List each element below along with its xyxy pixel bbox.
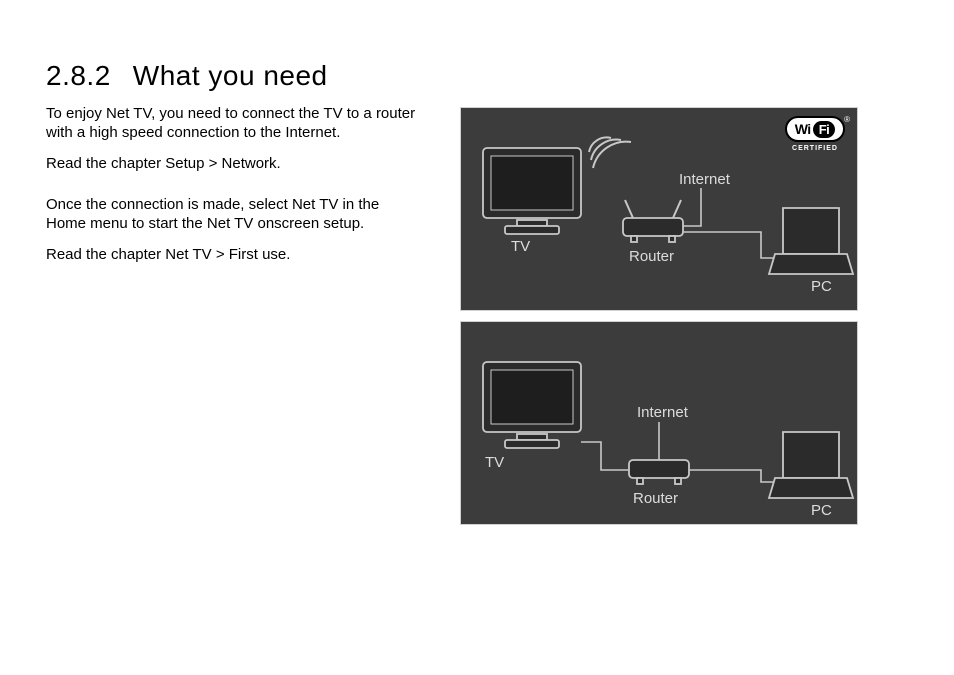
router-pc-wire xyxy=(683,232,781,258)
tv-icon xyxy=(483,362,581,448)
diagram-wireless-panel: ® Wi Fi CERTIFIED TV Router Internet PC xyxy=(460,107,858,311)
laptop-icon xyxy=(769,432,853,498)
label-internet: Internet xyxy=(637,404,688,421)
router-internet-wire xyxy=(683,188,701,226)
label-internet: Internet xyxy=(679,171,730,188)
label-tv: TV xyxy=(511,238,530,255)
registered-mark: ® xyxy=(844,115,850,124)
router-pc-wire xyxy=(689,470,781,482)
wifi-certified-text: CERTIFIED xyxy=(792,145,838,152)
wifi-logo-icon: Wi Fi xyxy=(785,116,845,142)
wifi-fi-text: Fi xyxy=(813,121,836,138)
tv-icon xyxy=(483,148,581,234)
paragraph-2: Read the chapter Setup > Network. xyxy=(46,154,416,173)
wifi-certified-badge: ® Wi Fi CERTIFIED xyxy=(781,116,849,158)
paragraph-1: To enjoy Net TV, you need to connect the… xyxy=(46,104,416,142)
section-heading: 2.8.2 What you need xyxy=(46,60,328,92)
network-diagram: ® Wi Fi CERTIFIED TV Router Internet PC xyxy=(460,107,858,527)
label-router: Router xyxy=(629,248,674,265)
paragraph-3: Once the connection is made, select Net … xyxy=(46,195,416,233)
section-number: 2.8.2 xyxy=(46,60,111,92)
wireless-signal-icon xyxy=(589,137,631,168)
section-title: What you need xyxy=(133,60,328,92)
label-router: Router xyxy=(633,490,678,507)
manual-page: 2.8.2 What you need To enjoy Net TV, you… xyxy=(0,0,954,675)
router-icon xyxy=(629,460,689,484)
wifi-wi-text: Wi xyxy=(795,121,811,137)
tv-router-wire xyxy=(581,442,629,470)
label-pc: PC xyxy=(811,278,832,295)
label-tv: TV xyxy=(485,454,504,471)
paragraph-4: Read the chapter Net TV > First use. xyxy=(46,245,416,264)
router-icon xyxy=(623,200,683,242)
label-pc: PC xyxy=(811,502,832,519)
section-body: To enjoy Net TV, you need to connect the… xyxy=(46,104,416,276)
diagram-wired-panel: TV Router Internet PC xyxy=(460,321,858,525)
laptop-icon xyxy=(769,208,853,274)
